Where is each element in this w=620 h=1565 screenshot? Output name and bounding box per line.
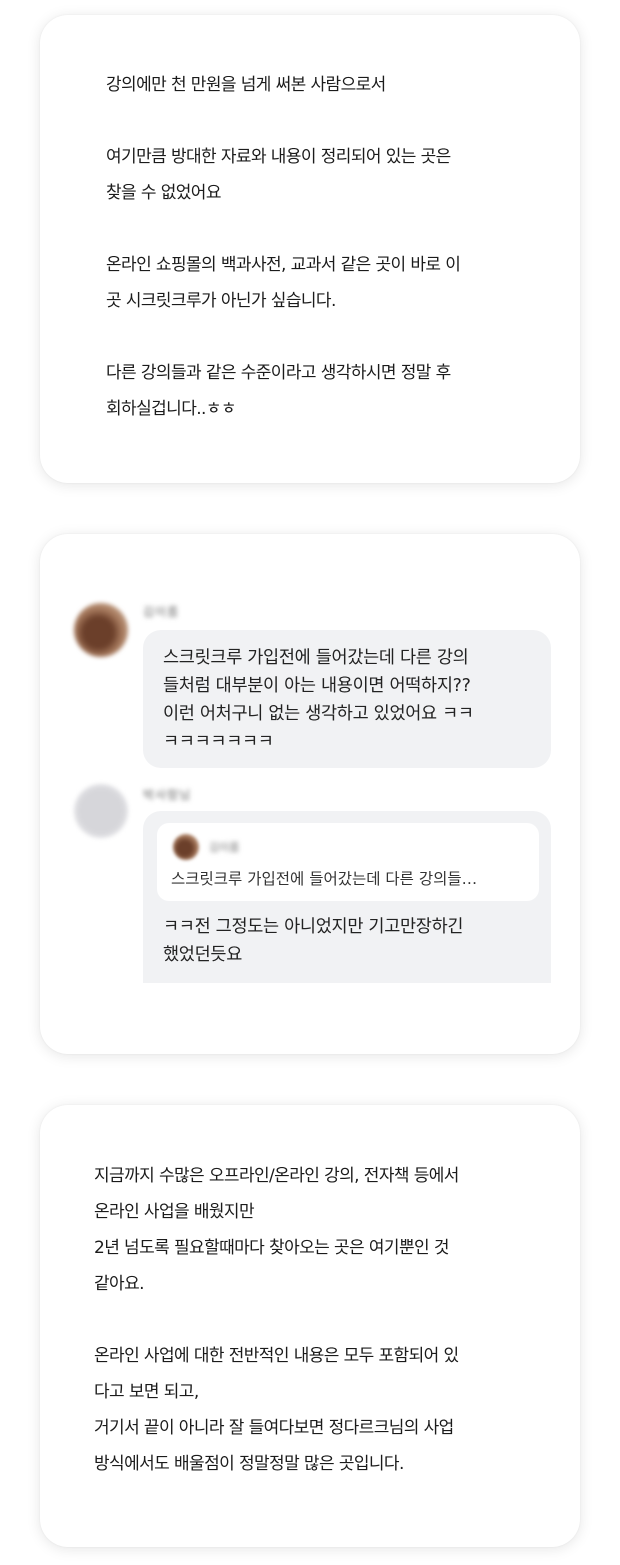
comment-username: 김이름: [143, 605, 180, 619]
review-paragraph: 온라인 사업에 대한 전반적인 내용은 모두 포함되어 있 다고 보면 되고, …: [94, 1346, 459, 1474]
quoted-username: 김이름: [209, 841, 240, 854]
comment-screenshot-card: 김이름 스크릿크루 가입전에 들어갔는데 다른 강의 들처럼 대부분이 아는 내…: [40, 534, 580, 1054]
review-body: 지금까지 수많은 오프라인/온라인 강의, 전자책 등에서 온라인 사업을 배웠…: [94, 1158, 534, 1482]
quoted-comment: 김이름 스크릿크루 가입전에 들어갔는데 다른 강의들…: [157, 823, 539, 901]
review-paragraph: 지금까지 수많은 오프라인/온라인 강의, 전자책 등에서 온라인 사업을 배웠…: [94, 1166, 459, 1294]
avatar: [74, 784, 128, 838]
review-card-1: 강의에만 천 만원을 넘게 써본 사람으로서 여기만큼 방대한 자료와 내용이 …: [40, 15, 580, 483]
reply-bubble: 김이름 스크릿크루 가입전에 들어갔는데 다른 강의들… ㅋㅋ전 그정도는 아니…: [143, 811, 551, 983]
review-paragraph: 강의에만 천 만원을 넘게 써본 사람으로서: [106, 75, 386, 95]
review-card-2: 지금까지 수많은 오프라인/온라인 강의, 전자책 등에서 온라인 사업을 배웠…: [40, 1105, 580, 1547]
review-paragraph: 온라인 쇼핑몰의 백과사전, 교과서 같은 곳이 바로 이 곳 시크릿크루가 아…: [106, 255, 461, 311]
avatar: [74, 603, 128, 657]
review-paragraph: 여기만큼 방대한 자료와 내용이 정리되어 있는 곳은 찾을 수 없었어요: [106, 147, 451, 203]
quoted-text: 스크릿크루 가입전에 들어갔는데 다른 강의들…: [171, 870, 478, 888]
comment-bubble: 스크릿크루 가입전에 들어갔는데 다른 강의 들처럼 대부분이 아는 내용이면 …: [143, 630, 551, 768]
comment-username: 박사람님: [143, 788, 192, 802]
review-paragraph: 다른 강의들과 같은 수준이라고 생각하시면 정말 후 회하실겁니다..ㅎㅎ: [106, 363, 451, 419]
review-body: 강의에만 천 만원을 넘게 써본 사람으로서 여기만큼 방대한 자료와 내용이 …: [106, 67, 526, 427]
comment-text: 스크릿크루 가입전에 들어갔는데 다른 강의 들처럼 대부분이 아는 내용이면 …: [163, 648, 474, 752]
reply-text: ㅋㅋ전 그정도는 아니었지만 기고만장하긴 했었던듯요: [163, 917, 464, 965]
quoted-avatar: [173, 834, 199, 860]
